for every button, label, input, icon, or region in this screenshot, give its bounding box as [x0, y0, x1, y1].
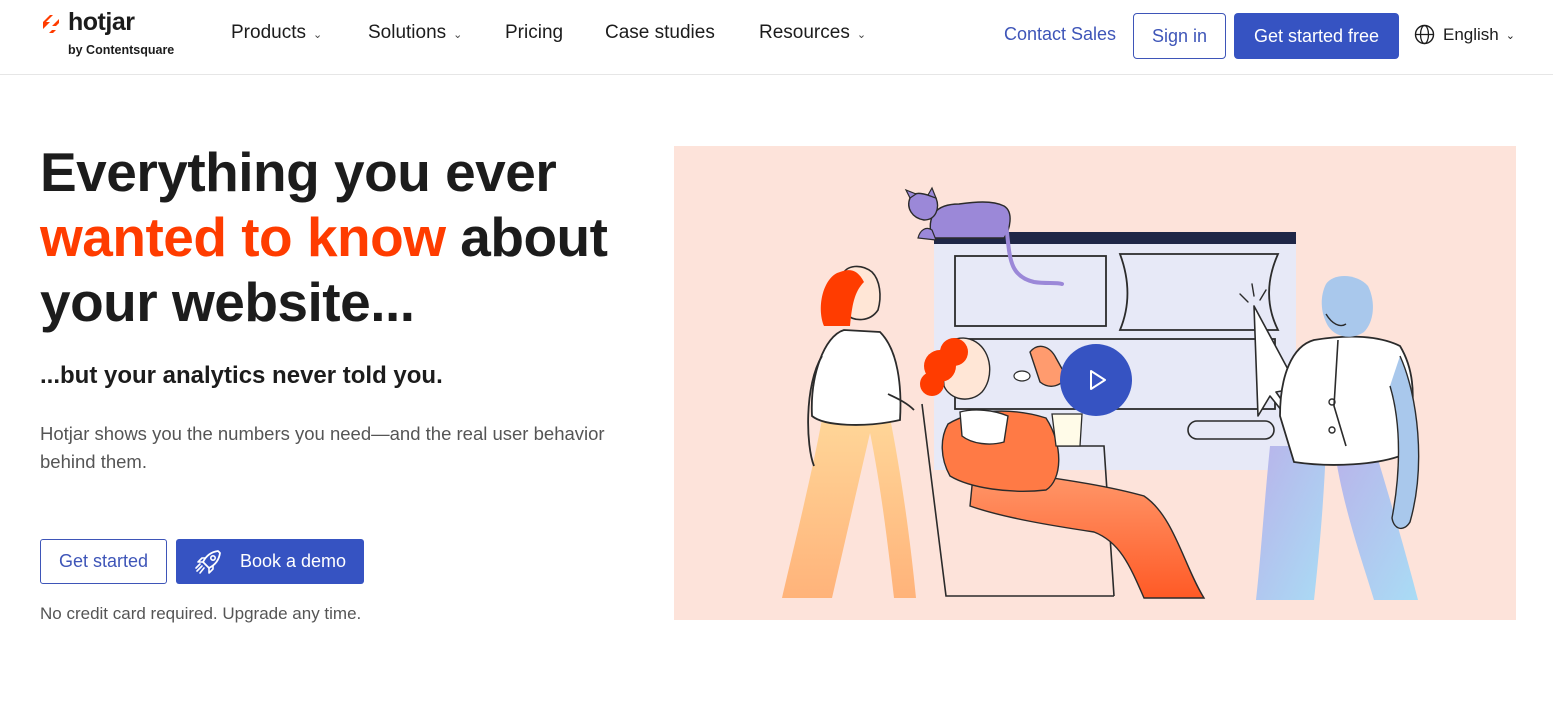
woman-figure [782, 265, 916, 598]
site-header: hotjar by Contentsquare Products ⌄ Solut… [0, 0, 1553, 75]
hero-illustration [674, 146, 1516, 620]
rocket-icon [195, 549, 221, 574]
hero-subheadline: ...but your analytics never told you. [40, 362, 443, 389]
chevron-down-icon: ⌄ [312, 29, 323, 41]
play-icon [1090, 370, 1106, 390]
nav-products-label: Products [231, 22, 306, 43]
book-demo-label: Book a demo [240, 551, 347, 571]
nav-resources-label: Resources [759, 22, 850, 43]
hero-description: Hotjar shows you the numbers you need—an… [40, 423, 605, 472]
logo-subtitle: by Contentsquare [68, 43, 175, 57]
contact-sales-link[interactable]: Contact Sales [1004, 24, 1116, 45]
chevron-down-icon: ⌄ [1505, 30, 1515, 42]
book-demo-button[interactable]: Book a demo [176, 539, 364, 584]
language-label: English [1443, 24, 1499, 44]
chevron-down-icon: ⌄ [453, 29, 463, 41]
headline-accent: wanted to know [40, 206, 446, 268]
nav-case-studies[interactable]: Case studies [605, 22, 715, 44]
nav-case-studies-label: Case studies [605, 22, 715, 43]
logo-wordmark: hotjar [68, 8, 135, 36]
play-video-button[interactable] [1060, 344, 1132, 416]
chevron-down-icon: ⌄ [856, 29, 867, 41]
globe-icon [1414, 24, 1435, 45]
nav-solutions[interactable]: Solutions ⌄ [368, 22, 462, 44]
language-selector[interactable]: English ⌄ [1414, 24, 1515, 45]
headline-part1: Everything you ever [40, 141, 557, 203]
nav-products[interactable]: Products ⌄ [231, 22, 322, 44]
get-started-free-button[interactable]: Get started free [1234, 13, 1399, 59]
nav-solutions-label: Solutions [368, 22, 447, 43]
get-started-button[interactable]: Get started [40, 539, 167, 584]
nav-resources[interactable]: Resources ⌄ [759, 22, 866, 44]
hero-headline: Everything you ever wanted to know about … [40, 140, 660, 335]
nav-pricing-label: Pricing [505, 22, 564, 43]
hotjar-logo-mark-icon [43, 15, 59, 33]
nav-pricing[interactable]: Pricing [505, 22, 563, 44]
sign-in-button[interactable]: Sign in [1133, 13, 1226, 59]
no-credit-card-note: No credit card required. Upgrade any tim… [40, 604, 362, 623]
